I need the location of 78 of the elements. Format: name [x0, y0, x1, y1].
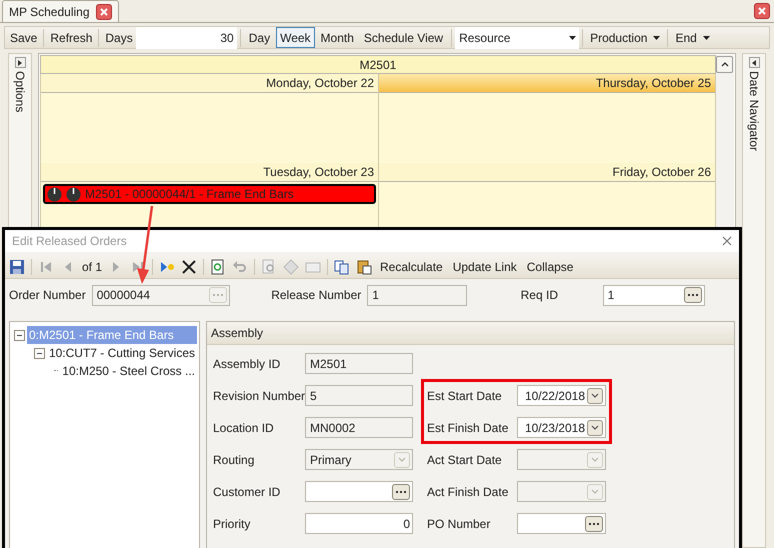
days-label: Days	[104, 30, 134, 46]
field-label: PO Number	[427, 516, 492, 532]
toolbar-button[interactable]: Collapse	[524, 258, 576, 276]
expand-button[interactable]	[14, 57, 26, 68]
menu-button[interactable]: End	[671, 28, 714, 46]
field-label: Req ID	[520, 287, 559, 304]
delete-icon[interactable]	[181, 258, 198, 274]
view-tab[interactable]: Day	[244, 27, 274, 48]
field-label: Act Start Date	[427, 452, 503, 468]
menu-button[interactable]: Production	[586, 28, 664, 46]
day-header[interactable]: Monday, October 22	[41, 74, 378, 93]
field-label: Routing	[213, 452, 256, 468]
arrow-icon	[18, 60, 22, 66]
day-header[interactable]: Friday, October 26	[379, 163, 715, 182]
field-label: Est Finish Date	[427, 420, 510, 436]
caret-icon	[702, 36, 710, 40]
field-label: Customer ID	[213, 484, 282, 500]
view-tab[interactable]: Month	[316, 27, 358, 48]
expand-button[interactable]	[748, 57, 760, 68]
close-icon[interactable]	[722, 236, 732, 246]
scroll-up-button[interactable]	[716, 56, 733, 73]
dropdown-button[interactable]	[587, 388, 603, 404]
view-tab[interactable]: Schedule View	[360, 27, 448, 48]
field-label: Assembly ID	[213, 356, 282, 372]
tree-item[interactable]: 10:CUT7 - Cutting Services	[46, 344, 197, 362]
close-icon[interactable]	[754, 3, 770, 19]
collapse-toggle[interactable]	[34, 348, 45, 358]
input-field[interactable]	[517, 513, 606, 534]
toolbar-button[interactable]: Recalculate	[378, 258, 445, 276]
field-label: Est Start Date	[427, 388, 503, 404]
options-label[interactable]: Options	[11, 71, 29, 112]
close-icon[interactable]	[96, 4, 112, 20]
field-label: Release Number	[271, 287, 362, 304]
knob-icon	[66, 186, 81, 202]
refresh-button[interactable]: Refresh	[47, 28, 96, 46]
paste-icon[interactable]	[356, 258, 372, 274]
caret-icon	[569, 36, 576, 40]
caret-icon	[653, 36, 660, 40]
input-field[interactable]: 1	[602, 284, 705, 306]
refresh-icon[interactable]	[210, 258, 226, 274]
field-label: Revision Number	[213, 388, 305, 404]
tree-item[interactable]: 10:M250 - Steel Cross ...	[60, 362, 197, 380]
day-header[interactable]: Tuesday, October 23	[41, 163, 378, 182]
input-field[interactable]: 10/22/2018	[517, 385, 606, 406]
chevron-icon	[591, 424, 599, 430]
document-tab[interactable]: MP Scheduling	[2, 0, 118, 22]
chevron-icon	[591, 392, 599, 398]
input-field[interactable]	[305, 481, 413, 502]
knob-icon	[47, 186, 62, 202]
lookup-button[interactable]	[684, 287, 702, 303]
input-field[interactable]: 0	[305, 513, 413, 534]
chevron-icon	[398, 456, 406, 462]
save-button[interactable]: Save	[7, 28, 40, 46]
collapse-toggle[interactable]	[14, 330, 25, 340]
field-label: Act Finish Date	[427, 484, 510, 500]
field-label: Location ID	[213, 420, 275, 436]
date-navigator-label[interactable]: Date Navigator	[745, 71, 763, 152]
arrow-icon	[752, 60, 756, 66]
chevron-icon	[591, 456, 599, 462]
copy-icon[interactable]	[334, 258, 350, 274]
resource-dropdown[interactable]: Resource	[455, 26, 580, 48]
field-label: Order Number	[9, 287, 86, 304]
section-header: Assembly	[207, 322, 734, 345]
lookup-button[interactable]	[392, 484, 410, 500]
view-tab[interactable]: Week	[276, 27, 315, 48]
lookup-button[interactable]	[585, 516, 603, 532]
dropdown-button[interactable]	[587, 420, 603, 436]
page-indicator: of 1	[82, 258, 102, 276]
event-bar[interactable]: M2501 - 00000044/1 - Frame End Bars	[43, 184, 376, 204]
resource-header: M2501	[40, 55, 716, 74]
input-field[interactable]: 10/23/2018	[517, 417, 606, 438]
day-header[interactable]: Thursday, October 25	[379, 74, 715, 93]
save-icon[interactable]	[9, 258, 25, 274]
days-field[interactable]: 30	[136, 26, 237, 48]
field-label: Priority	[213, 516, 252, 532]
toolbar-button[interactable]: Update Link	[450, 258, 519, 276]
chevron-icon	[720, 62, 728, 67]
chevron-icon	[591, 488, 599, 494]
